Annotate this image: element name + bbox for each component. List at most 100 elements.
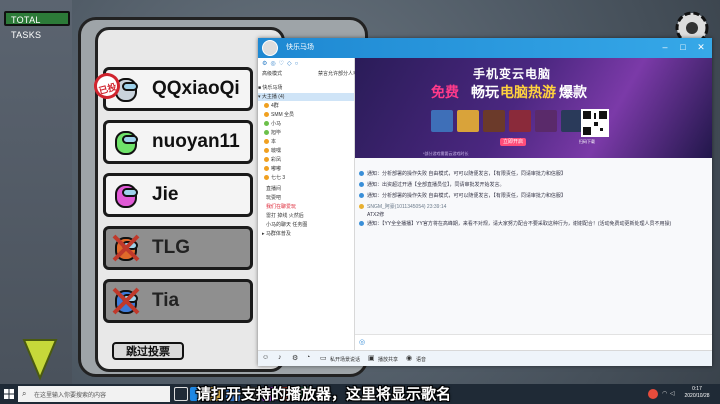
chat-message: 通知：分析部署的操作失败 自由模式，可可以随便发言，【有限责任，同请审批力和信服… — [359, 170, 566, 177]
play-share-button[interactable]: 播放共享 — [378, 356, 398, 363]
member-item[interactable]: 本 — [258, 138, 354, 146]
voice-button[interactable]: 语音 — [416, 356, 426, 363]
game-screen: TOTAL TASKS QQxiaoQi 已投 nuoyan11 Jie TLG — [0, 0, 720, 384]
banner-free: 免费 — [431, 84, 459, 100]
sidebar-tools: ⚙◎♡◇○ — [262, 61, 302, 67]
game-tile — [431, 110, 453, 132]
player-card[interactable]: nuoyan11 — [103, 120, 253, 164]
channel-item[interactable]: 玩耍吧 — [258, 194, 362, 202]
banner-headline: 手机变云电脑 — [473, 67, 552, 81]
crewmate-icon — [112, 234, 140, 262]
chevron-down-icon — [22, 339, 58, 381]
banner-hot: 电脑热游 — [500, 84, 556, 100]
clock-time: 0:17 — [692, 386, 702, 392]
close-icon[interactable]: ✕ — [694, 40, 708, 54]
mic-icon[interactable]: ♪ — [278, 354, 282, 361]
volume-icon[interactable]: ◔ — [306, 354, 310, 361]
sidebar-subgroup[interactable]: ▾ 大主播 (4) — [258, 93, 354, 101]
game-tile — [457, 110, 479, 132]
windows-start-icon[interactable] — [4, 389, 14, 399]
chat-message-header: SNGM_阿豪(1011345054) 23:39:14 — [359, 203, 446, 210]
screen-icon[interactable]: ▭ — [320, 354, 327, 362]
status-icon — [264, 112, 269, 117]
status-icon — [264, 103, 269, 108]
sidebar-group[interactable]: ■ 快乐马场 — [258, 84, 354, 92]
window-title: 快乐马场 — [286, 44, 314, 51]
status-icon — [264, 148, 269, 153]
window-titlebar: 快乐马场 – □ ✕ — [258, 38, 712, 58]
channel-item[interactable]: ▸ 马群体普及 — [258, 230, 358, 238]
player-card[interactable]: Jie — [103, 173, 253, 217]
taskbar-clock[interactable]: 0:17 2020/10/28 — [678, 386, 716, 400]
network-icon[interactable]: ◠ — [662, 390, 667, 397]
channel-item[interactable]: 小马的聊天 任务图 — [258, 221, 362, 229]
share-icon[interactable]: ▣ — [368, 354, 375, 362]
qr-label: 扫码下载 — [579, 139, 595, 144]
banner-cta-button[interactable]: 立即开启 — [500, 138, 526, 146]
mode-label: 高级模式 — [262, 71, 283, 77]
player-name: TLG — [152, 237, 190, 258]
member-item[interactable]: 嘟嘟 — [258, 165, 354, 173]
notice-icon — [359, 182, 364, 187]
member-item[interactable]: 彩凤 — [258, 156, 354, 164]
game-tile — [509, 110, 531, 132]
player-card-dead: TLG — [103, 226, 253, 270]
ad-banner[interactable]: 手机变云电脑 免费 畅玩 电脑热游 爆款 立即开启 扫码下载 *部分游戏需要云游… — [355, 58, 712, 158]
player-name: nuoyan11 — [152, 131, 240, 152]
corridor-background — [0, 0, 72, 384]
member-item[interactable]: 4群 — [258, 102, 354, 110]
player-card-dead: Tia — [103, 279, 253, 323]
member-item[interactable]: 啵嘿 — [258, 147, 354, 155]
game-tile — [561, 110, 583, 132]
screen-share-button[interactable]: 私开场景说话 — [330, 356, 360, 363]
qr-code-icon — [581, 109, 609, 137]
avatar — [262, 40, 278, 56]
channel-item[interactable]: 雷打 掉线 火然后 — [258, 212, 362, 220]
sidebar-header: 高级模式 禁言允许部分人可以发言 — [258, 70, 373, 78]
minimize-icon[interactable]: – — [658, 40, 672, 54]
player-card[interactable]: QQxiaoQi — [103, 67, 253, 111]
member-item[interactable]: 七七 3 — [258, 174, 354, 182]
skip-vote-button[interactable]: 跳过投票 — [112, 342, 184, 360]
game-tile — [535, 110, 557, 132]
chat-messages: 通知：分析部署的操作失败 自由模式，可可以随便发言，【有限责任，同请审批力和信服… — [355, 158, 712, 334]
status-icon — [264, 175, 269, 180]
qq-group-window: 快乐马场 – □ ✕ ⚙◎♡◇○ 高级模式 禁言允许部分人可以发言 ■ 快乐马场… — [258, 38, 712, 366]
chat-input-icon: ◎ — [359, 339, 366, 346]
voice-toolbar: ☺ ♪ ⚙ ◔ ▭ 私开场景说话 ▣ 播放共享 ◉ 语音 — [258, 350, 712, 366]
user-icon — [359, 204, 364, 209]
chat-message: 通知：分析部署的操作失败 自由模式，可可以随便发言，【有限责任，同请审批力和信服… — [359, 192, 566, 199]
crewmate-icon — [112, 287, 140, 315]
chat-message: ATX2修 — [367, 212, 385, 218]
chat-message: 通知：出资超过开通【全部直播员位】，同请审批发开始发言。 — [359, 181, 505, 188]
member-item[interactable]: 小马 — [258, 120, 354, 128]
channel-item[interactable]: 直播间 — [258, 185, 362, 193]
player-subtitle: 请打开支持的播放器，这里将显示歌名 — [196, 386, 452, 403]
group-sidebar: ⚙◎♡◇○ 高级模式 禁言允许部分人可以发言 ■ 快乐马场 ▾ 大主播 (4) … — [258, 58, 373, 366]
status-icon — [264, 139, 269, 144]
banner-fine-print: *部分游戏需要云游戏时长 — [423, 151, 469, 156]
banner-burst: 爆款 — [559, 84, 587, 100]
channel-item[interactable]: 我们在聊爱玩 — [258, 203, 362, 211]
crewmate-icon — [115, 184, 138, 208]
volume-icon[interactable]: ◁ — [670, 390, 675, 397]
notice-icon — [359, 221, 364, 226]
player-name: Tia — [152, 290, 180, 311]
banner-play: 畅玩 — [471, 84, 499, 100]
chat-input[interactable]: ◎ — [355, 334, 712, 351]
settings-icon[interactable]: ⚙ — [292, 354, 298, 362]
maximize-icon[interactable]: □ — [676, 40, 690, 54]
member-item[interactable]: SMM 全员 — [258, 111, 354, 119]
taskbar-search[interactable]: ⌕ 在这里输入你要搜索的内容 — [18, 386, 170, 402]
tray-icon[interactable] — [648, 389, 658, 399]
notice-icon — [359, 171, 364, 176]
status-icon — [264, 121, 269, 126]
member-item[interactable]: 旭毕 — [258, 129, 354, 137]
task-view-icon[interactable] — [174, 387, 188, 401]
status-icon — [264, 166, 269, 171]
emoji-icon[interactable]: ☺ — [262, 354, 269, 361]
notice-icon — [359, 193, 364, 198]
search-placeholder: 在这里输入你要搜索的内容 — [34, 393, 107, 399]
voice-icon[interactable]: ◉ — [406, 354, 412, 362]
player-name: Jie — [152, 184, 179, 205]
